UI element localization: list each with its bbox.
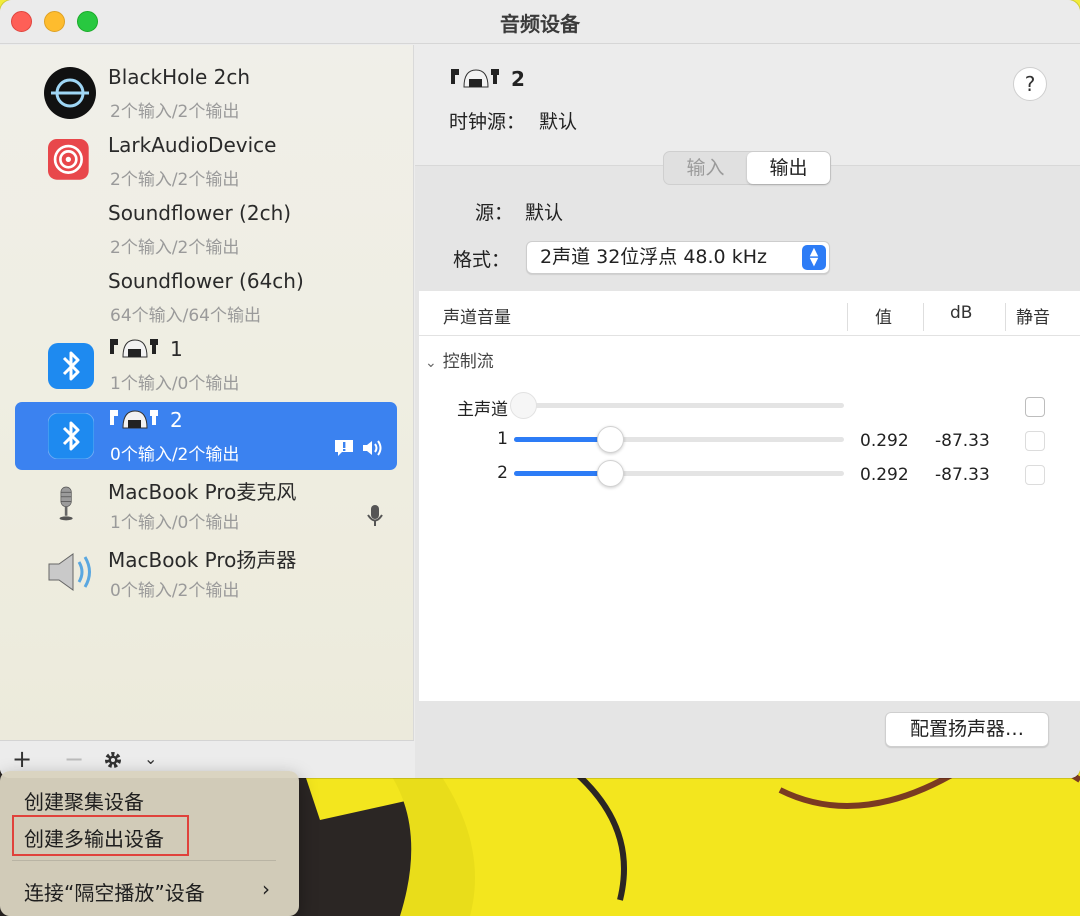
channel-1-volume-fill	[514, 437, 611, 442]
lark-icon	[48, 139, 89, 180]
titlebar: 音频设备	[0, 0, 1080, 44]
source-row: 源： 默认	[475, 198, 563, 225]
clock-source-value: 默认	[539, 111, 578, 133]
speaker-icon	[48, 553, 91, 591]
device-name: LarkAudioDevice	[108, 133, 277, 157]
channel-1-value: 0.292	[860, 431, 909, 451]
device-io: 1个输入/0个输出	[110, 374, 240, 394]
blackhole-icon	[44, 67, 96, 119]
channel-2-db: -87.33	[935, 465, 990, 485]
alert-icon	[335, 440, 353, 456]
bluetooth-icon	[48, 413, 94, 459]
col-mute: 静音	[1016, 308, 1050, 328]
channel-1-label: 1	[497, 429, 508, 449]
device-name: 2	[108, 408, 183, 432]
channel-volume-table: 声道音量 值 dB 静音 ⌄ 控制流 主声道 1 0.292 -87.33 2 …	[419, 291, 1080, 701]
microphone-icon	[59, 486, 73, 521]
chevron-down-icon[interactable]: ⌄	[144, 749, 157, 768]
device-item-macbook-speaker[interactable]: MacBook Pro扬声器 0个输入/2个输出	[15, 538, 397, 606]
audio-devices-window: 音频设备 BlackHole 2ch 2个输入/2个输出 LarkAudioDe…	[0, 0, 1080, 778]
io-segmented-control: 输入 输出	[663, 151, 831, 185]
detail-device-name: 2	[449, 67, 525, 91]
device-name: Soundflower (64ch)	[108, 269, 304, 293]
device-item-bluetooth-1[interactable]: 1 1个输入/0个输出	[15, 331, 397, 399]
tab-content: 输入 输出 源： 默认 格式： 2声道 32位浮点 48.0 kHz ▲ ▼ 声道音…	[415, 151, 1080, 778]
channel-1-volume-slider[interactable]	[514, 426, 844, 453]
remove-device-button[interactable]: −	[64, 745, 84, 773]
channel-2-volume-fill	[514, 471, 611, 476]
channel-2-mute-checkbox[interactable]	[1025, 465, 1045, 485]
channel-2-value: 0.292	[860, 465, 909, 485]
device-emoji-icon	[110, 339, 158, 358]
menu-item-create-multi-output[interactable]: 创建多输出设备	[24, 823, 164, 852]
device-name: MacBook Pro扬声器	[108, 548, 297, 572]
source-label: 源：	[475, 202, 514, 224]
device-io: 2个输入/2个输出	[110, 170, 240, 190]
source-value: 默认	[525, 202, 564, 224]
col-db: dB	[950, 303, 973, 323]
device-item-blackhole[interactable]: BlackHole 2ch 2个输入/2个输出	[15, 59, 397, 127]
device-item-soundflower-2ch[interactable]: Soundflower (2ch) 2个输入/2个输出	[15, 195, 397, 263]
menu-item-connect-airplay[interactable]: 连接“隔空播放”设备	[24, 877, 205, 906]
device-item-bluetooth-2[interactable]: 2 0个输入/2个输出	[15, 402, 397, 470]
device-item-soundflower-64ch[interactable]: Soundflower (64ch) 64个输入/64个输出	[15, 263, 397, 331]
format-select[interactable]: 2声道 32位浮点 48.0 kHz ▲ ▼	[526, 241, 830, 274]
tab-input[interactable]: 输入	[664, 152, 747, 184]
help-button[interactable]: ?	[1013, 67, 1047, 101]
master-mute-checkbox[interactable]	[1025, 397, 1045, 417]
device-sidebar: BlackHole 2ch 2个输入/2个输出 LarkAudioDevice …	[0, 45, 414, 778]
speaker-volume-icon	[363, 440, 382, 456]
device-io: 1个输入/0个输出	[110, 513, 240, 533]
device-item-macbook-mic[interactable]: MacBook Pro麦克风 1个输入/0个输出	[15, 470, 397, 538]
device-emoji-icon	[110, 410, 158, 429]
device-io: 0个输入/2个输出	[110, 445, 240, 465]
gear-icon[interactable]	[103, 750, 123, 770]
col-channel-volume: 声道音量	[443, 308, 511, 328]
channel-2-label: 2	[497, 463, 508, 483]
bluetooth-icon	[48, 343, 94, 389]
master-channel-label: 主声道	[457, 400, 508, 420]
master-volume-slider[interactable]	[510, 392, 844, 419]
disclosure-chevron-icon: ⌄	[425, 355, 437, 371]
slider-knob[interactable]	[597, 426, 625, 453]
format-label: 格式：	[453, 249, 511, 271]
channel-1-db: -87.33	[935, 431, 990, 451]
add-device-menu: 创建聚集设备 创建多输出设备 连接“隔空播放”设备 ›	[0, 771, 299, 916]
device-item-lark[interactable]: LarkAudioDevice 2个输入/2个输出	[15, 127, 397, 195]
menu-item-create-aggregate[interactable]: 创建聚集设备	[24, 786, 144, 815]
select-stepper-icon: ▲ ▼	[802, 245, 826, 270]
format-value: 2声道 32位浮点 48.0 kHz	[540, 246, 767, 268]
menu-divider	[12, 860, 276, 861]
device-io: 2个输入/2个输出	[110, 102, 240, 122]
clock-source-row: 时钟源： 默认	[449, 107, 577, 134]
device-io: 64个输入/64个输出	[110, 306, 261, 326]
group-label: 控制流	[442, 352, 494, 372]
device-name: BlackHole 2ch	[108, 65, 251, 89]
device-name: 1	[108, 337, 183, 361]
add-device-button[interactable]: +	[12, 745, 32, 773]
device-status-icons	[333, 438, 385, 458]
device-emoji-icon	[451, 69, 499, 88]
device-name: Soundflower (2ch)	[108, 201, 292, 225]
device-io: 0个输入/2个输出	[110, 581, 240, 601]
window-title: 音频设备	[500, 12, 580, 36]
channel-2-volume-slider[interactable]	[514, 460, 844, 487]
microphone-small-icon	[367, 505, 383, 526]
slider-knob[interactable]	[510, 392, 537, 419]
tab-output[interactable]: 输出	[747, 152, 830, 184]
slider-knob[interactable]	[597, 460, 625, 487]
device-detail-panel: 2 ? 时钟源： 默认 输入 输出 源： 默认 格式： 2声道 32位浮点 48.0…	[415, 45, 1080, 778]
control-stream-group[interactable]: ⌄ 控制流	[425, 347, 494, 372]
device-name: MacBook Pro麦克风	[108, 480, 297, 504]
device-io: 2个输入/2个输出	[110, 238, 240, 258]
channel-1-mute-checkbox[interactable]	[1025, 431, 1045, 451]
col-value: 值	[875, 308, 892, 328]
configure-speakers-button[interactable]: 配置扬声器…	[885, 712, 1049, 747]
table-header: 声道音量 值 dB 静音	[419, 291, 1080, 336]
clock-source-label: 时钟源：	[449, 111, 526, 133]
chevron-right-icon: ›	[262, 877, 270, 901]
